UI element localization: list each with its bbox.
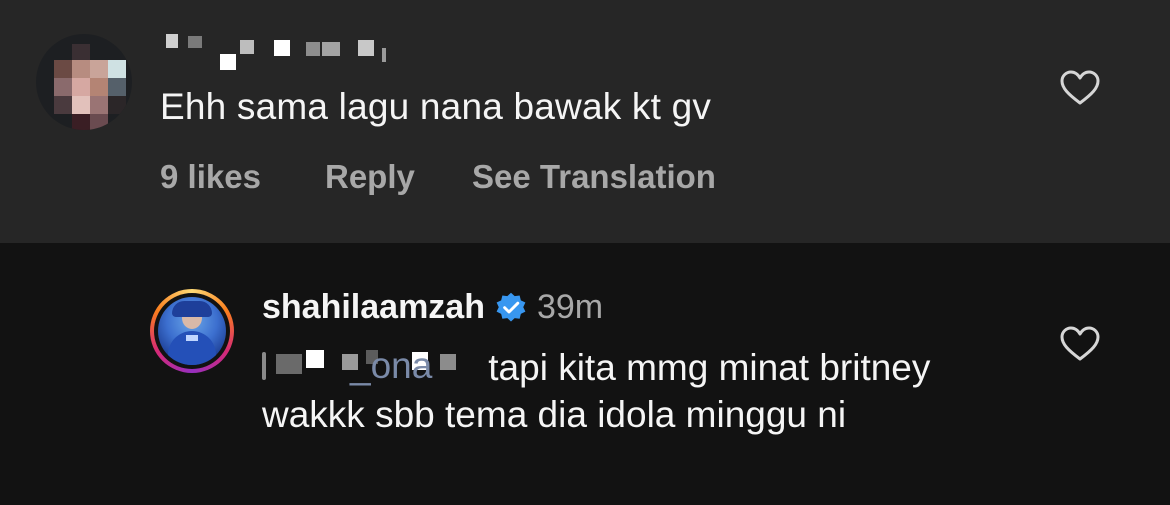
mention-suffix: _ona <box>350 345 433 386</box>
heart-outline-icon[interactable] <box>1060 326 1100 362</box>
comments-screen: Ehh sama lagu nana bawak kt gv 9 likes R… <box>0 0 1170 505</box>
reply-button[interactable]: Reply <box>325 158 415 196</box>
reply-header: shahilaamzah 39m <box>262 288 603 327</box>
reply-avatar-story-ring[interactable] <box>150 289 234 373</box>
commenter-username-pixelated[interactable] <box>160 34 410 74</box>
verified-badge-icon <box>496 292 526 321</box>
heart-outline-icon[interactable] <box>1060 70 1100 106</box>
comment-text: Ehh sama lagu nana bawak kt gv <box>160 86 712 127</box>
mention-pixelated[interactable]: _ona <box>262 345 472 386</box>
see-translation-button[interactable]: See Translation <box>472 158 716 196</box>
reply-username[interactable]: shahilaamzah <box>262 288 485 327</box>
reply-avatar-photo <box>158 297 226 365</box>
reply-text: _ona tapi kita mmg minat britney wakkk s… <box>262 344 1022 438</box>
reply-timestamp: 39m <box>536 288 604 326</box>
comment-item: Ehh sama lagu nana bawak kt gv 9 likes R… <box>0 0 1170 243</box>
commenter-avatar-pixelated[interactable] <box>36 34 132 130</box>
likes-count[interactable]: 9 likes <box>160 158 261 196</box>
